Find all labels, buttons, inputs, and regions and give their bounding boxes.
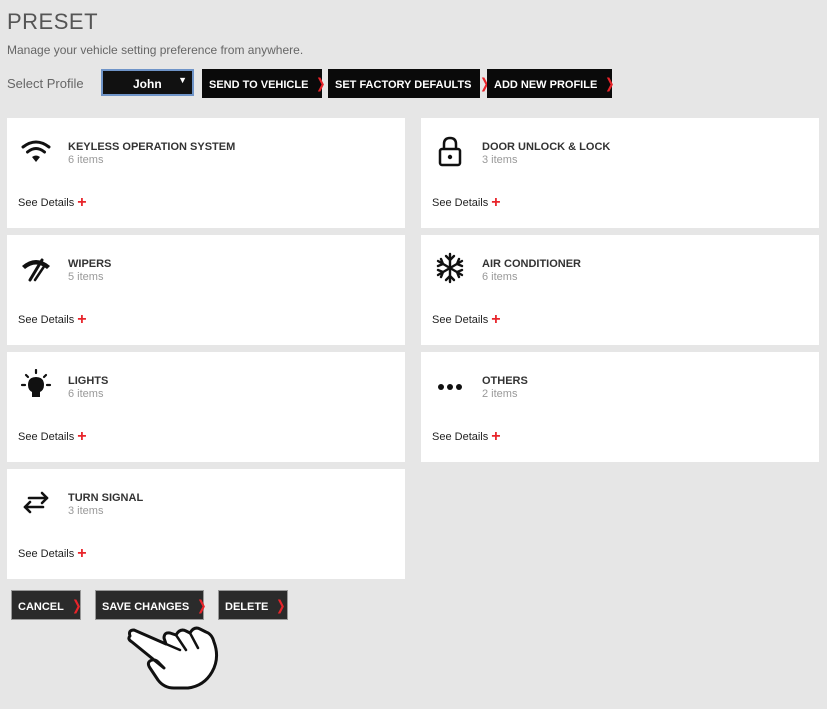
plus-icon: + xyxy=(77,194,87,211)
send-to-vehicle-label: SEND TO VEHICLE xyxy=(209,79,309,91)
plus-icon: + xyxy=(491,311,501,328)
more-dots-icon xyxy=(438,384,462,390)
see-details-link[interactable]: See Details + xyxy=(18,193,87,211)
see-details-label: See Details xyxy=(18,314,75,326)
see-details-link[interactable]: See Details + xyxy=(432,427,501,445)
lock-icon xyxy=(438,136,462,167)
dropdown-caret-icon: ▼ xyxy=(178,75,187,85)
profile-selected-value: John xyxy=(133,77,162,91)
card-lights: LIGHTS 6 items See Details + xyxy=(7,352,405,462)
page-subtitle: Manage your vehicle setting preference f… xyxy=(7,43,304,57)
card-item-count: 6 items xyxy=(68,388,104,400)
card-title: TURN SIGNAL xyxy=(68,492,144,504)
see-details-link[interactable]: See Details + xyxy=(432,310,501,328)
card-item-count: 2 items xyxy=(482,388,518,400)
see-details-link[interactable]: See Details + xyxy=(18,427,87,445)
snowflake-icon xyxy=(436,252,464,284)
see-details-link[interactable]: See Details + xyxy=(18,310,87,328)
wiper-icon xyxy=(22,258,50,282)
card-title: OTHERS xyxy=(482,375,528,387)
chevron-right-icon: ❯ xyxy=(605,75,615,91)
profile-label: Select Profile xyxy=(7,76,84,91)
see-details-label: See Details xyxy=(432,314,489,326)
card-title: DOOR UNLOCK & LOCK xyxy=(482,141,611,153)
add-new-profile-button[interactable]: ADD NEW PROFILE ❯ xyxy=(487,69,615,98)
see-details-label: See Details xyxy=(18,548,75,560)
card-title: LIGHTS xyxy=(68,375,109,387)
see-details-link[interactable]: See Details + xyxy=(18,544,87,562)
send-to-vehicle-button[interactable]: SEND TO VEHICLE ❯ xyxy=(202,69,326,98)
cancel-label: CANCEL xyxy=(18,601,64,613)
card-title: WIPERS xyxy=(68,258,112,270)
card-title: AIR CONDITIONER xyxy=(482,258,581,270)
plus-icon: + xyxy=(491,428,501,445)
page-title: PRESET xyxy=(7,9,99,34)
card-item-count: 6 items xyxy=(68,154,104,166)
see-details-label: See Details xyxy=(432,431,489,443)
add-new-profile-label: ADD NEW PROFILE xyxy=(494,79,598,91)
save-changes-label: SAVE CHANGES xyxy=(102,601,190,613)
chevron-right-icon: ❯ xyxy=(316,75,326,91)
delete-button[interactable]: DELETE ❯ xyxy=(218,590,288,620)
see-details-label: See Details xyxy=(18,197,75,209)
plus-icon: + xyxy=(77,428,87,445)
card-door-unlock-lock: DOOR UNLOCK & LOCK 3 items See Details + xyxy=(421,118,819,228)
card-keyless-operation-system: KEYLESS OPERATION SYSTEM 6 items See Det… xyxy=(7,118,405,228)
plus-icon: + xyxy=(77,311,87,328)
plus-icon: + xyxy=(491,194,501,211)
see-details-label: See Details xyxy=(432,197,489,209)
card-turn-signal: TURN SIGNAL 3 items See Details + xyxy=(7,469,405,579)
light-bulb-icon xyxy=(20,369,52,397)
card-item-count: 3 items xyxy=(68,505,104,517)
set-factory-defaults-label: SET FACTORY DEFAULTS xyxy=(335,79,472,91)
card-item-count: 3 items xyxy=(482,154,518,166)
cancel-button[interactable]: CANCEL ❯ xyxy=(11,590,81,620)
pointing-hand-icon xyxy=(127,626,219,690)
delete-label: DELETE xyxy=(225,601,269,613)
wifi-icon xyxy=(21,140,51,162)
card-others: OTHERS 2 items See Details + xyxy=(421,352,819,462)
card-title: KEYLESS OPERATION SYSTEM xyxy=(68,141,236,153)
chevron-right-icon: ❯ xyxy=(276,597,286,613)
card-item-count: 6 items xyxy=(482,271,518,283)
see-details-label: See Details xyxy=(18,431,75,443)
card-wipers: WIPERS 5 items See Details + xyxy=(7,235,405,345)
profile-select[interactable]: John ▼ xyxy=(101,69,194,96)
set-factory-defaults-button[interactable]: SET FACTORY DEFAULTS ❯ xyxy=(328,69,489,98)
profile-toolbar: Select Profile John ▼ SEND TO VEHICLE ❯ S… xyxy=(7,69,827,98)
see-details-link[interactable]: See Details + xyxy=(432,193,501,211)
swap-arrows-icon xyxy=(23,491,49,514)
card-air-conditioner: AIR CONDITIONER 6 items See Details + xyxy=(421,235,819,345)
plus-icon: + xyxy=(77,545,87,562)
chevron-right-icon: ❯ xyxy=(72,597,82,613)
card-item-count: 5 items xyxy=(68,271,104,283)
